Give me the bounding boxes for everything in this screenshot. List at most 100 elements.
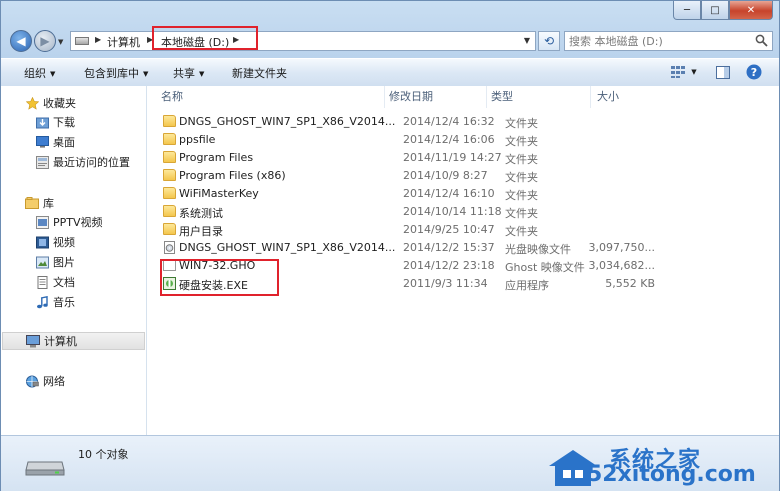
file-name: WIN7-32.GHO (179, 259, 256, 272)
sidebar-item-label: 音乐 (53, 296, 75, 309)
folder-icon (163, 169, 176, 181)
sidebar-item-label: 下载 (53, 116, 75, 129)
search-box[interactable] (564, 31, 773, 51)
help-button[interactable]: ? (743, 63, 765, 81)
file-type: 文件夹 (505, 207, 538, 220)
organize-label: 组织 (24, 67, 46, 80)
view-options-dropdown[interactable]: ▼ (689, 63, 699, 81)
sidebar-item-label: 最近访问的位置 (53, 156, 130, 169)
item-count: 10 个对象 (78, 448, 129, 461)
minimize-button[interactable]: ─ (673, 1, 701, 20)
table-row[interactable]: DNGS_GHOST_WIN7_SP1_X86_V2014... 2014/12/… (161, 113, 761, 131)
file-type: Ghost 映像文件 (505, 261, 585, 274)
file-type: 光盘映像文件 (505, 243, 571, 256)
new-folder-button[interactable]: 新建文件夹 (232, 65, 287, 81)
view-grid-icon (671, 66, 685, 78)
table-row[interactable]: 系统测试 2014/10/14 11:18 文件夹 (161, 203, 761, 221)
file-type: 文件夹 (505, 117, 538, 130)
table-row[interactable]: 硬盘安装.EXE 2011/9/3 11:34 应用程序 5,552 KB (161, 275, 761, 293)
recent-pages-dropdown[interactable]: ▼ (58, 38, 63, 46)
file-name: 硬盘安装.EXE (179, 279, 248, 292)
caret-down-icon: ▼ (50, 70, 56, 78)
sidebar-item-label: 文档 (53, 276, 75, 289)
file-date: 2014/12/4 16:10 (403, 187, 495, 200)
documents-icon (35, 275, 49, 289)
breadcrumb-local-disk-d[interactable]: 本地磁盘 (D:) (161, 34, 229, 50)
column-header-type[interactable]: 类型 (487, 86, 591, 108)
pictures-icon (35, 256, 49, 269)
sidebar-item-desktop[interactable]: 桌面 (1, 133, 146, 151)
sidebar-group-favorites[interactable]: 收藏夹 (1, 94, 146, 112)
file-icon (163, 259, 176, 271)
view-options-button[interactable] (667, 63, 689, 81)
sidebar-item-pictures[interactable]: 图片 (1, 253, 146, 271)
table-row[interactable]: WiFiMasterKey 2014/12/4 16:10 文件夹 (161, 185, 761, 203)
file-name: ppsfile (179, 133, 216, 146)
file-type: 文件夹 (505, 135, 538, 148)
chevron-right-icon[interactable]: ▶ (95, 35, 101, 44)
search-icon[interactable] (755, 34, 768, 47)
file-date: 2014/12/2 23:18 (403, 259, 495, 272)
computer-icon (26, 334, 40, 348)
sidebar-group-computer[interactable]: 计算机 (2, 332, 145, 350)
organize-menu[interactable]: 组织 ▼ (24, 65, 55, 81)
preview-pane-button[interactable] (712, 63, 734, 81)
breadcrumb-computer[interactable]: 计算机 (107, 34, 140, 50)
desktop-icon (35, 136, 49, 149)
chevron-right-icon[interactable]: ▶ (233, 35, 239, 44)
forward-button[interactable]: ▶ (34, 30, 56, 52)
sidebar-item-music[interactable]: 音乐 (1, 293, 146, 311)
table-row[interactable]: DNGS_GHOST_WIN7_SP1_X86_V2014... 2014/12/… (161, 239, 761, 257)
file-list-pane: 名称 修改日期 类型 大小 DNGS_GHOST_WIN7_SP1_X86_V2… (147, 86, 779, 435)
file-type: 应用程序 (505, 279, 549, 292)
table-row[interactable]: Program Files 2014/11/19 14:27 文件夹 (161, 149, 761, 167)
sidebar-group-network[interactable]: 网络 (1, 372, 146, 390)
file-date: 2014/10/14 11:18 (403, 205, 502, 218)
file-type: 文件夹 (505, 189, 538, 202)
refresh-button[interactable]: ⟲ (538, 31, 560, 51)
search-input[interactable] (569, 33, 749, 49)
sidebar-group-label: 收藏夹 (43, 97, 76, 110)
column-header-size[interactable]: 大小 (591, 86, 671, 108)
file-date: 2014/11/19 14:27 (403, 151, 502, 164)
sidebar-item-videos[interactable]: 视频 (1, 233, 146, 251)
folder-icon (163, 133, 176, 145)
video-icon (35, 236, 49, 249)
address-bar[interactable]: ▶ 计算机 ▶ 本地磁盘 (D:) ▶ ▼ (70, 31, 536, 51)
file-type: 文件夹 (505, 225, 538, 238)
table-row[interactable]: WIN7-32.GHO 2014/12/2 23:18 Ghost 映像文件 3,03… (161, 257, 761, 275)
sidebar-item-pptv-videos[interactable]: PPTV视频 (1, 213, 146, 231)
column-header-date[interactable]: 修改日期 (385, 86, 487, 108)
folder-icon (163, 151, 176, 163)
back-button[interactable]: ◀ (10, 30, 32, 52)
download-folder-icon (35, 116, 49, 129)
navigation-bar: ◀ ▶ ▼ ▶ 计算机 ▶ 本地磁盘 (D:) ▶ ▼ ⟲ (1, 27, 780, 55)
sidebar-item-label: 桌面 (53, 136, 75, 149)
sidebar-item-downloads[interactable]: 下载 (1, 113, 146, 131)
table-row[interactable]: Program Files (x86) 2014/10/9 8:27 文件夹 (161, 167, 761, 185)
hard-drive-icon (25, 461, 65, 476)
watermark-logo: 系统之家 52xitong.com (543, 444, 773, 488)
file-name: WiFiMasterKey (179, 187, 259, 200)
share-menu[interactable]: 共享 ▼ (173, 65, 204, 81)
folder-icon (163, 223, 176, 235)
sidebar-group-libraries[interactable]: 库 (1, 194, 146, 212)
sidebar-item-documents[interactable]: 文档 (1, 273, 146, 291)
music-icon (35, 295, 49, 309)
sidebar-item-recent-places[interactable]: 最近访问的位置 (1, 153, 146, 171)
column-header-name[interactable]: 名称 (147, 86, 385, 108)
caret-down-icon: ▼ (143, 70, 149, 78)
command-bar: 组织 ▼ 包含到库中 ▼ 共享 ▼ 新建文件夹 ▼ ? (1, 58, 779, 87)
table-row[interactable]: 用户目录 2014/9/25 10:47 文件夹 (161, 221, 761, 239)
help-icon: ? (746, 64, 762, 80)
include-in-library-menu[interactable]: 包含到库中 ▼ (84, 65, 148, 81)
close-button[interactable]: ✕ (729, 1, 773, 20)
file-name: Program Files (x86) (179, 169, 286, 182)
navigation-pane: 收藏夹 下载 桌面 最近访问的位置 库 PPTV视频 视频 图片 文档 音乐 计… (1, 86, 147, 435)
maximize-button[interactable]: □ (701, 1, 729, 20)
chevron-right-icon[interactable]: ▶ (147, 35, 153, 44)
table-row[interactable]: ppsfile 2014/12/4 16:06 文件夹 (161, 131, 761, 149)
network-icon (25, 375, 39, 388)
share-label: 共享 (173, 67, 195, 80)
address-history-dropdown[interactable]: ▼ (524, 36, 530, 45)
